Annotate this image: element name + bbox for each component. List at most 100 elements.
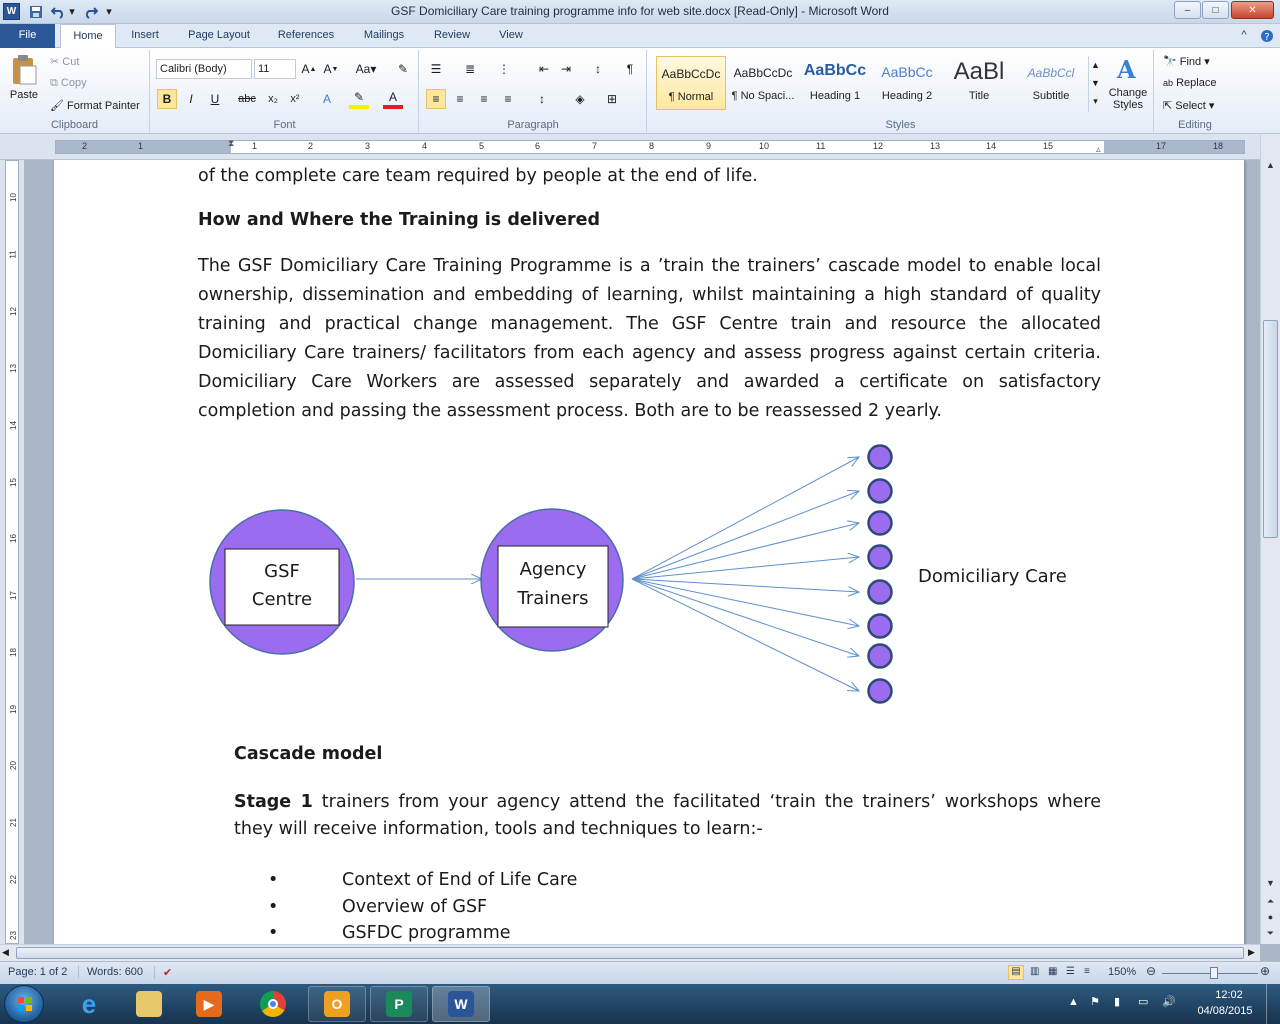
help-icon[interactable]: ? <box>1258 24 1276 48</box>
draft-icon[interactable]: ≡ <box>1084 966 1090 977</box>
volume-icon[interactable]: 🔊 <box>1162 995 1176 1008</box>
network-icon[interactable]: ▭ <box>1138 995 1148 1008</box>
justify-icon[interactable]: ≡ <box>498 89 518 109</box>
full-screen-reading-icon[interactable]: ▥ <box>1030 966 1039 977</box>
format-painter-button[interactable]: 🖌 Format Painter <box>50 99 140 112</box>
borders-icon[interactable]: ⊞ <box>602 89 622 109</box>
page-count[interactable]: Page: 1 of 2 <box>8 966 67 978</box>
outline-icon[interactable]: ☰ <box>1066 966 1075 977</box>
align-left-icon[interactable]: ≡ <box>426 89 446 109</box>
styles-scroll[interactable]: ▲ ▼ ▾ <box>1088 56 1102 112</box>
scroll-left-icon[interactable]: ◀ <box>2 947 9 958</box>
style-subtitle[interactable]: AaBbCcl Subtitle <box>1016 56 1086 110</box>
font-size-combo[interactable]: 11 <box>254 59 296 79</box>
indent-marker[interactable]: ⧗ <box>228 138 234 149</box>
taskbar-media-player[interactable]: ▶ <box>180 986 238 1022</box>
change-case-icon[interactable]: Aa▾ <box>353 59 379 79</box>
tab-references[interactable]: References <box>268 24 344 48</box>
show-hide-icon[interactable]: ¶ <box>620 59 640 79</box>
power-icon[interactable]: ▮ <box>1114 995 1120 1008</box>
action-center-icon[interactable]: ⚑ <box>1090 995 1100 1008</box>
show-desktop-button[interactable] <box>1266 984 1280 1024</box>
underline-button[interactable]: U <box>205 89 225 109</box>
minimize-ribbon-icon[interactable]: ^ <box>1236 24 1252 48</box>
taskbar-internet-explorer[interactable]: e <box>60 986 118 1022</box>
subscript-button[interactable]: x₂ <box>263 89 283 109</box>
increase-indent-icon[interactable]: ⇥ <box>556 59 576 79</box>
tab-view[interactable]: View <box>488 24 534 48</box>
select-browse-object-icon[interactable]: ● <box>1263 912 1278 927</box>
horizontal-scroll-thumb[interactable] <box>16 947 1244 959</box>
align-center-icon[interactable]: ≡ <box>450 89 470 109</box>
select-button[interactable]: ⇱ Select ▾ <box>1163 99 1214 112</box>
document-page[interactable]: of the complete care team required by pe… <box>54 160 1244 944</box>
horizontal-scrollbar[interactable]: ◀ ▶ <box>0 944 1260 961</box>
taskbar-outlook[interactable]: O <box>308 986 366 1022</box>
line-spacing-icon[interactable]: ↕ <box>532 89 552 109</box>
font-name-combo[interactable]: Calibri (Body) <box>156 59 252 79</box>
style-heading-2[interactable]: AaBbCc Heading 2 <box>872 56 942 110</box>
scroll-up-icon[interactable]: ▲ <box>1263 160 1278 175</box>
cut-button[interactable]: ✂ Cut <box>50 55 79 68</box>
tab-mailings[interactable]: Mailings <box>352 24 416 48</box>
multilevel-list-icon[interactable]: ⋮ <box>494 59 514 79</box>
scroll-down-icon[interactable]: ▼ <box>1263 878 1278 893</box>
grow-font-icon[interactable]: A ▲ <box>299 59 319 79</box>
text-effects-icon[interactable]: A <box>317 89 337 109</box>
zoom-out-icon[interactable]: ⊖ <box>1146 964 1156 978</box>
zoom-slider-thumb[interactable] <box>1210 967 1218 979</box>
vertical-scroll-thumb[interactable] <box>1263 320 1278 538</box>
replace-button[interactable]: ab Replace <box>1163 77 1216 89</box>
vertical-scrollbar[interactable]: ▲ ▼ ⏶ ● ⏷ <box>1260 134 1280 944</box>
sort-icon[interactable]: ↕ <box>588 59 608 79</box>
find-button[interactable]: 🔭 Find ▾ <box>1163 55 1210 68</box>
start-button[interactable] <box>4 985 44 1023</box>
next-page-icon[interactable]: ⏷ <box>1263 928 1278 943</box>
word-count[interactable]: Words: 600 <box>78 966 143 978</box>
strikethrough-button[interactable]: abc <box>237 89 257 109</box>
bold-button[interactable]: B <box>157 89 177 109</box>
shrink-font-icon[interactable]: A ▼ <box>321 59 341 79</box>
minimize-button[interactable]: – <box>1174 1 1201 19</box>
tab-review[interactable]: Review <box>424 24 480 48</box>
clock-time[interactable]: 12:02 <box>1202 989 1256 1001</box>
scroll-right-icon[interactable]: ▶ <box>1248 947 1255 958</box>
style-title[interactable]: AaBl Title <box>944 56 1014 110</box>
close-button[interactable]: ✕ <box>1231 1 1274 19</box>
taskbar-publisher[interactable]: P <box>370 986 428 1022</box>
numbering-icon[interactable]: ≣ <box>460 59 480 79</box>
zoom-in-icon[interactable]: ⊕ <box>1260 964 1270 978</box>
right-indent-marker[interactable]: ▵ <box>1096 144 1101 155</box>
previous-page-icon[interactable]: ⏶ <box>1263 896 1278 911</box>
taskbar-chrome[interactable] <box>244 986 302 1022</box>
style-normal[interactable]: AaBbCcDc ¶ Normal <box>656 56 726 110</box>
clock-date[interactable]: 04/08/2015 <box>1194 1005 1256 1017</box>
style-no-spacing[interactable]: AaBbCcDc ¶ No Spaci... <box>728 56 798 110</box>
copy-button[interactable]: ⧉ Copy <box>50 77 87 90</box>
italic-button[interactable]: I <box>181 89 201 109</box>
proofing-icon[interactable]: ✔ <box>154 966 172 979</box>
tab-page-layout[interactable]: Page Layout <box>178 24 260 48</box>
clear-formatting-icon[interactable]: ✎ <box>393 59 413 79</box>
taskbar-word[interactable]: W <box>432 986 490 1022</box>
superscript-button[interactable]: x² <box>285 89 305 109</box>
highlight-icon[interactable]: ✎ <box>349 89 369 109</box>
tray-expand-icon[interactable]: ▲ <box>1068 996 1079 1008</box>
web-layout-icon[interactable]: ▦ <box>1048 966 1057 977</box>
shading-icon[interactable]: ◈ <box>570 89 590 109</box>
maximize-button[interactable]: □ <box>1202 1 1229 19</box>
style-heading-1[interactable]: AaBbCc Heading 1 <box>800 56 870 110</box>
bullets-icon[interactable]: ☰ <box>426 59 446 79</box>
align-right-icon[interactable]: ≡ <box>474 89 494 109</box>
decrease-indent-icon[interactable]: ⇤ <box>534 59 554 79</box>
taskbar-explorer[interactable] <box>120 986 178 1022</box>
tab-home[interactable]: Home <box>60 24 116 49</box>
change-styles-button[interactable]: A Change Styles <box>1106 54 1150 111</box>
ruler-number: 19 <box>8 705 18 714</box>
zoom-level[interactable]: 150% <box>1108 966 1136 978</box>
print-layout-icon[interactable]: ▤ <box>1008 965 1024 980</box>
paste-button[interactable]: Paste <box>6 54 42 110</box>
tab-insert[interactable]: Insert <box>122 24 168 48</box>
font-color-icon[interactable]: A <box>383 89 403 109</box>
tab-file[interactable]: File <box>0 24 55 48</box>
